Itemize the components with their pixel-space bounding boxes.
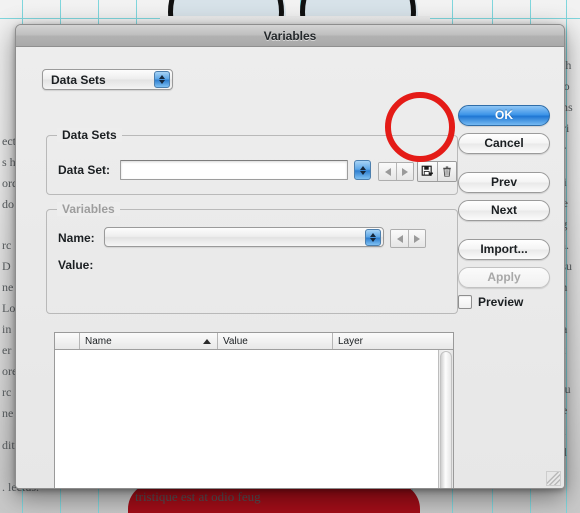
- variables-group: Variables: [46, 202, 458, 314]
- variable-prev-next-group[interactable]: [390, 229, 426, 248]
- table-rows-container[interactable]: [55, 350, 438, 488]
- table-header-gutter: [55, 333, 80, 349]
- variable-name-combo[interactable]: [104, 227, 384, 247]
- resize-grip-icon[interactable]: [546, 471, 561, 486]
- preview-checkbox[interactable]: [458, 295, 472, 309]
- data-sets-group-label: Data Sets: [57, 128, 122, 142]
- table-header-value[interactable]: Value: [218, 333, 333, 349]
- table-header-name-label: Name: [85, 335, 112, 347]
- panel-type-popup[interactable]: Data Sets: [42, 69, 173, 90]
- triangle-right-icon[interactable]: [396, 163, 413, 180]
- guide-line: [566, 0, 567, 513]
- preview-checkbox-row[interactable]: Preview: [458, 295, 550, 309]
- cancel-button[interactable]: Cancel: [458, 133, 550, 154]
- background-text: s h: [2, 155, 16, 169]
- sort-ascending-icon: [203, 339, 211, 344]
- table-header-row: Name Value Layer: [55, 333, 453, 350]
- dialog-buttons: OK Cancel Prev Next Import... Apply Prev…: [458, 105, 550, 309]
- table-vertical-scrollbar[interactable]: [438, 350, 453, 488]
- variables-dialog: Variables Data Sets Data Sets Data Set:: [15, 24, 565, 489]
- background-text: D: [2, 259, 11, 273]
- background-text: dit: [2, 438, 15, 452]
- background-text: ect: [2, 134, 16, 148]
- screenshot-root: ect s h ord do rc D ne Lo in er ore rc n…: [0, 0, 580, 513]
- data-set-stepper-icon[interactable]: [354, 160, 371, 180]
- table-body[interactable]: [55, 350, 453, 488]
- table-header-layer[interactable]: Layer: [333, 333, 453, 349]
- variable-value-label: Value:: [58, 258, 94, 272]
- scrollbar-thumb[interactable]: [440, 351, 452, 488]
- prev-button[interactable]: Prev: [458, 172, 550, 193]
- data-set-field-label: Data Set:: [58, 163, 111, 177]
- table-header-value-label: Value: [223, 335, 248, 347]
- background-text: ne: [2, 406, 14, 420]
- data-set-actions-group[interactable]: [417, 161, 457, 182]
- background-text-bottom: tristique est at odio feug: [135, 489, 261, 504]
- variable-name-label: Name:: [58, 231, 95, 245]
- dialog-titlebar[interactable]: Variables: [16, 25, 564, 47]
- background-text: er: [2, 343, 12, 357]
- table-header-layer-label: Layer: [338, 335, 364, 347]
- background-text: rc: [2, 238, 12, 252]
- background-text: Lo: [2, 301, 16, 315]
- panel-type-popup-label: Data Sets: [51, 72, 106, 87]
- import-button[interactable]: Import...: [458, 239, 550, 260]
- background-text: rc: [2, 385, 12, 399]
- triangle-left-icon[interactable]: [379, 163, 396, 180]
- dialog-title: Variables: [263, 28, 317, 43]
- variables-group-label: Variables: [57, 202, 120, 216]
- stepper-up-down-icon[interactable]: [154, 71, 170, 88]
- preview-label: Preview: [478, 295, 524, 309]
- trash-icon[interactable]: [437, 162, 456, 181]
- table-header-name[interactable]: Name: [80, 333, 218, 349]
- triangle-left-icon[interactable]: [391, 230, 408, 247]
- background-text: ne: [2, 280, 14, 294]
- background-text: in: [2, 322, 12, 336]
- save-dataset-icon[interactable]: [418, 162, 437, 181]
- dialog-body: Data Sets Data Sets Data Set: Variables …: [16, 47, 564, 488]
- ok-button[interactable]: OK: [458, 105, 550, 126]
- variable-name-stepper-icon[interactable]: [365, 228, 381, 246]
- variables-table[interactable]: Name Value Layer: [54, 332, 454, 488]
- background-text: do: [2, 197, 14, 211]
- triangle-right-icon[interactable]: [408, 230, 425, 247]
- data-set-prev-next-group[interactable]: [378, 162, 414, 181]
- next-button[interactable]: Next: [458, 200, 550, 221]
- apply-button: Apply: [458, 267, 550, 288]
- data-set-input[interactable]: [120, 160, 348, 180]
